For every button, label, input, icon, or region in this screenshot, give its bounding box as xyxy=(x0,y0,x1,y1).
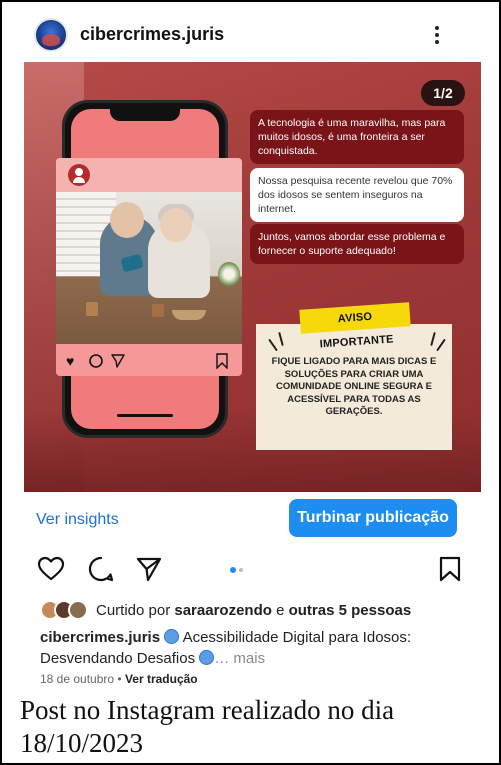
globe-icon xyxy=(199,650,215,665)
mock-post-card: ♥ xyxy=(56,158,242,376)
liked-prefix: Curtido por xyxy=(96,601,175,619)
view-insights-link[interactable]: Ver insights xyxy=(36,511,119,529)
liked-by-row[interactable]: Curtido por saraarozendo e outras 5 pess… xyxy=(40,599,411,621)
meta-separator: • xyxy=(114,672,125,686)
post-caption: cibercrimes.juris Acessibilidade Digital… xyxy=(40,627,470,669)
figure-caption: Post no Instagram realizado no dia 18/10… xyxy=(20,695,395,758)
see-translation-link[interactable]: Ver tradução xyxy=(125,672,198,686)
woman-head xyxy=(160,208,192,242)
speech-bubble-1: A tecnologia é uma maravilha, mas para m… xyxy=(250,110,464,164)
screenshot-frame: cibercrimes.juris 1/2 ♥ A tecnologia é u… xyxy=(0,0,501,765)
globe-icon xyxy=(164,629,180,644)
post-image[interactable]: 1/2 ♥ A tecnologia é uma maravilha, mas … xyxy=(24,62,481,492)
man-head xyxy=(110,202,144,238)
mock-post-header xyxy=(56,158,242,192)
liked-connector: e xyxy=(271,601,289,619)
bookmark-icon xyxy=(216,353,228,369)
post-meta: 18 de outubro • Ver tradução xyxy=(40,672,198,686)
send-icon xyxy=(111,354,125,368)
liker-avatar xyxy=(68,600,88,620)
flower-plant xyxy=(218,262,240,286)
more-vertical-icon[interactable] xyxy=(427,20,447,50)
profile-avatar[interactable] xyxy=(34,18,68,52)
speech-bubble-2: Nossa pesquisa recente revelou que 70% d… xyxy=(250,168,464,222)
carousel-dot-active xyxy=(230,567,236,573)
notice-text: FIQUE LIGADO PARA MAIS DICAS E SOLUÇÕES … xyxy=(271,356,437,417)
comment-icon[interactable] xyxy=(86,554,116,584)
elderly-couple-photo xyxy=(56,192,242,344)
caption-username[interactable]: cibercrimes.juris xyxy=(40,629,160,646)
phone-notch xyxy=(110,107,180,121)
share-icon[interactable] xyxy=(134,554,164,584)
liked-by-text: Curtido por saraarozendo e outras 5 pess… xyxy=(96,602,411,619)
post-date: 18 de outubro xyxy=(40,672,115,686)
cup xyxy=(86,302,98,316)
comment-icon xyxy=(89,354,103,368)
heart-icon[interactable] xyxy=(36,554,66,584)
caption-more-link[interactable]: … mais xyxy=(214,650,265,667)
cup xyxy=(152,304,164,317)
liked-others[interactable]: outras 5 pessoas xyxy=(289,602,412,619)
post-header: cibercrimes.juris xyxy=(2,12,499,64)
home-bar xyxy=(117,414,173,417)
speech-bubble-3: Juntos, vamos abordar esse problema e fo… xyxy=(250,224,464,264)
carousel-dot xyxy=(239,568,243,572)
profile-username[interactable]: cibercrimes.juris xyxy=(80,24,224,45)
heart-filled-icon: ♥ xyxy=(66,353,75,369)
mock-post-actions: ♥ xyxy=(56,348,242,374)
bookmark-icon[interactable] xyxy=(438,554,462,584)
boost-post-button[interactable]: Turbinar publicação xyxy=(289,499,457,537)
bowl xyxy=(172,310,206,320)
liker-username[interactable]: saraarozendo xyxy=(174,602,272,619)
user-icon xyxy=(68,164,90,186)
carousel-page-indicator: 1/2 xyxy=(421,80,465,106)
